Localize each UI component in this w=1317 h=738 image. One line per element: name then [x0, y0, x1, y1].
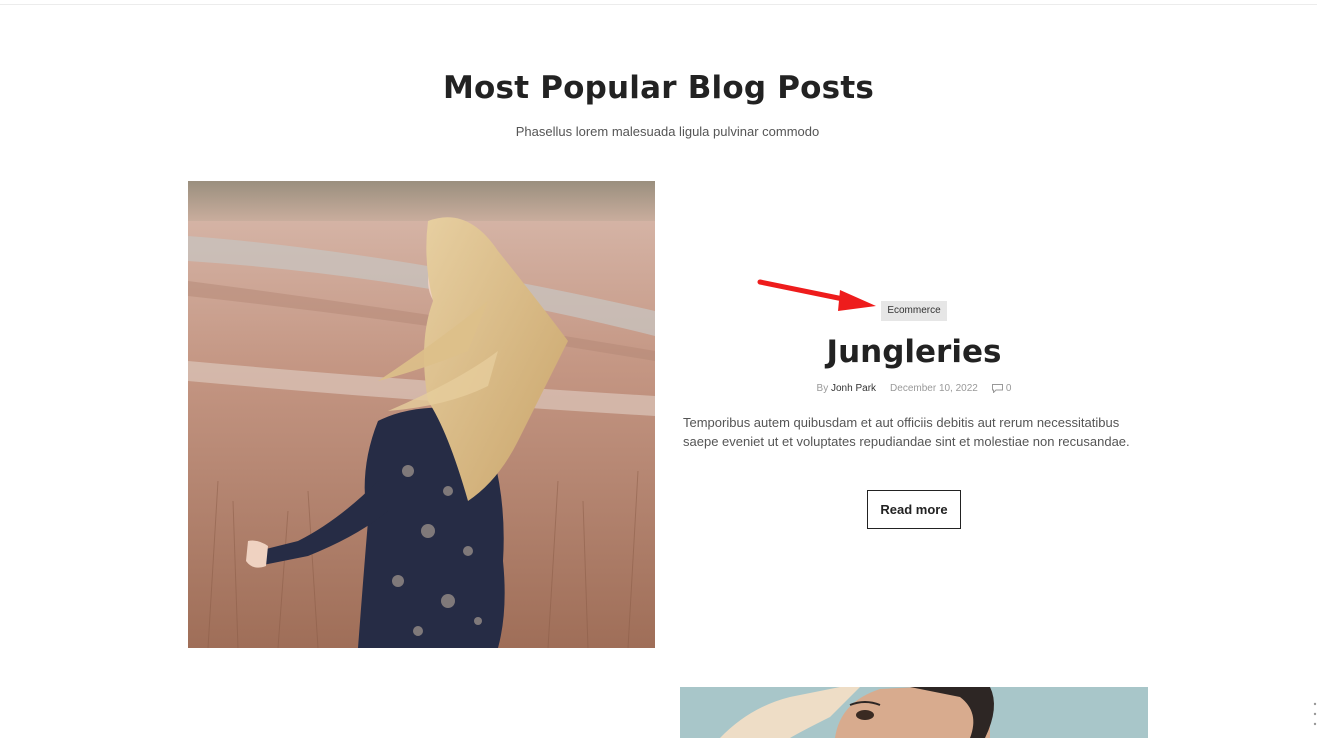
top-divider — [0, 4, 1317, 5]
scroll-indicator — [1312, 700, 1317, 730]
post-photo-illustration — [188, 181, 655, 648]
next-post-image[interactable] — [680, 687, 1148, 738]
page: Most Popular Blog Posts Phasellus lorem … — [0, 0, 1317, 738]
read-more-button[interactable]: Read more — [867, 490, 961, 529]
post-featured-image[interactable] — [188, 181, 655, 648]
post-content: Ecommerce Jungleries By Jonh Park Decemb… — [680, 300, 1148, 529]
post-date: December 10, 2022 — [890, 383, 978, 394]
section-subtitle: Phasellus lorem malesuada ligula pulvina… — [515, 124, 820, 139]
next-post-photo-illustration — [680, 687, 1148, 738]
section-title: Most Popular Blog Posts — [443, 70, 874, 106]
post-comments[interactable]: 0 — [991, 383, 1012, 394]
post-meta: By Jonh Park December 10, 2022 0 — [680, 383, 1148, 394]
by-label: By — [816, 383, 829, 394]
post-author-line: By Jonh Park — [817, 383, 876, 394]
category-badge[interactable]: Ecommerce — [881, 301, 947, 321]
comments-count: 0 — [1005, 383, 1012, 394]
comment-icon — [991, 384, 1003, 393]
post-excerpt: Temporibus autem quibusdam et aut offici… — [683, 415, 1130, 449]
scroll-indicator-icon — [1313, 702, 1317, 726]
post-author[interactable]: Jonh Park — [831, 383, 876, 394]
post-title[interactable]: Jungleries — [680, 334, 1148, 370]
